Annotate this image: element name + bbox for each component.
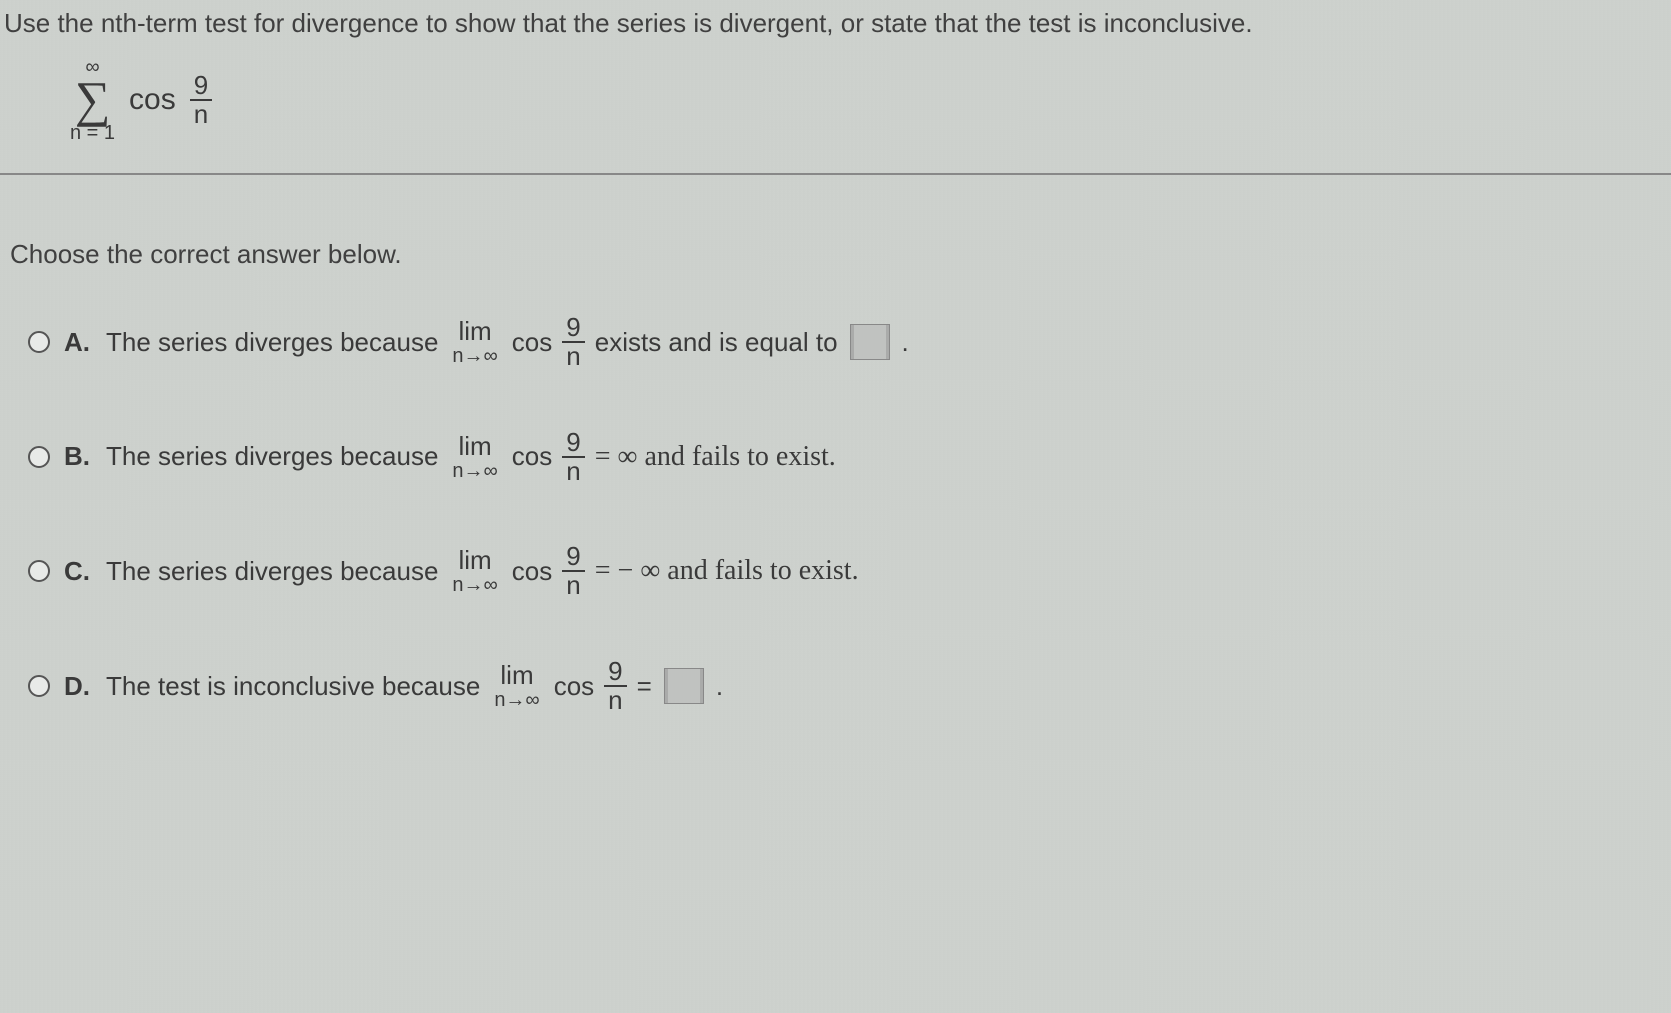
- option-b-func: cos: [512, 441, 552, 472]
- option-b-eq: = ∞ and fails to exist.: [595, 441, 836, 473]
- radio-a[interactable]: [28, 331, 50, 353]
- option-b-fraction: 9 n: [562, 429, 584, 486]
- fraction-numerator: 9: [562, 543, 584, 572]
- option-a-pre: The series diverges because: [106, 327, 438, 358]
- lim-label: lim: [458, 433, 491, 459]
- series-fraction: 9 n: [190, 72, 212, 129]
- option-c-letter: C.: [64, 556, 92, 587]
- option-d-fraction: 9 n: [604, 658, 626, 715]
- lim-sub: n→∞: [452, 461, 497, 481]
- series-func: cos: [129, 83, 176, 117]
- lim-label: lim: [500, 662, 533, 688]
- option-c: C. The series diverges because lim n→∞ c…: [28, 543, 1671, 600]
- radio-c[interactable]: [28, 560, 50, 582]
- option-d-limit: lim n→∞: [494, 662, 539, 710]
- series-expression: ∞ ∑ n = 1 cos 9 n: [0, 39, 1671, 173]
- fraction-numerator: 9: [604, 658, 626, 687]
- option-d-pre: The test is inconclusive because: [106, 671, 480, 702]
- radio-b[interactable]: [28, 446, 50, 468]
- option-a-post: exists and is equal to: [595, 327, 838, 358]
- answer-input-d[interactable]: [664, 668, 704, 704]
- option-b-pre: The series diverges because: [106, 441, 438, 472]
- lim-label: lim: [458, 547, 491, 573]
- option-d-period: .: [716, 671, 723, 702]
- sigma-symbol: ∑: [75, 79, 111, 119]
- lim-sub: n→∞: [452, 575, 497, 595]
- fraction-denominator: n: [562, 343, 584, 370]
- fraction-denominator: n: [562, 458, 584, 485]
- fraction-numerator: 9: [562, 314, 584, 343]
- option-c-pre: The series diverges because: [106, 556, 438, 587]
- lim-sub: n→∞: [452, 346, 497, 366]
- option-c-func: cos: [512, 556, 552, 587]
- radio-d[interactable]: [28, 675, 50, 697]
- option-c-limit: lim n→∞: [452, 547, 497, 595]
- fraction-denominator: n: [562, 572, 584, 599]
- option-a-limit: lim n→∞: [452, 318, 497, 366]
- sigma-lower: n = 1: [70, 123, 115, 143]
- option-d-letter: D.: [64, 671, 92, 702]
- choose-prompt: Choose the correct answer below.: [0, 175, 1671, 314]
- option-b-letter: B.: [64, 441, 92, 472]
- fraction-denominator: n: [190, 101, 212, 128]
- option-c-content: The series diverges because lim n→∞ cos …: [106, 543, 859, 600]
- fraction-numerator: 9: [190, 72, 212, 101]
- option-d-func: cos: [554, 671, 594, 702]
- option-c-eq: = − ∞ and fails to exist.: [595, 555, 859, 587]
- fraction-numerator: 9: [562, 429, 584, 458]
- option-b: B. The series diverges because lim n→∞ c…: [28, 429, 1671, 486]
- option-b-content: The series diverges because lim n→∞ cos …: [106, 429, 836, 486]
- option-d: D. The test is inconclusive because lim …: [28, 658, 1671, 715]
- sigma-notation: ∞ ∑ n = 1: [70, 57, 115, 143]
- fraction-denominator: n: [604, 687, 626, 714]
- answer-input-a[interactable]: [850, 324, 890, 360]
- option-d-eq: =: [637, 671, 652, 702]
- question-text: Use the nth-term test for divergence to …: [0, 0, 1671, 39]
- options-list: A. The series diverges because lim n→∞ c…: [0, 314, 1671, 714]
- option-c-fraction: 9 n: [562, 543, 584, 600]
- option-a-letter: A.: [64, 327, 92, 358]
- option-a-func: cos: [512, 327, 552, 358]
- option-d-content: The test is inconclusive because lim n→∞…: [106, 658, 723, 715]
- option-a: A. The series diverges because lim n→∞ c…: [28, 314, 1671, 371]
- option-a-content: The series diverges because lim n→∞ cos …: [106, 314, 909, 371]
- option-b-limit: lim n→∞: [452, 433, 497, 481]
- option-a-period: .: [902, 327, 909, 358]
- lim-sub: n→∞: [494, 690, 539, 710]
- option-a-fraction: 9 n: [562, 314, 584, 371]
- lim-label: lim: [458, 318, 491, 344]
